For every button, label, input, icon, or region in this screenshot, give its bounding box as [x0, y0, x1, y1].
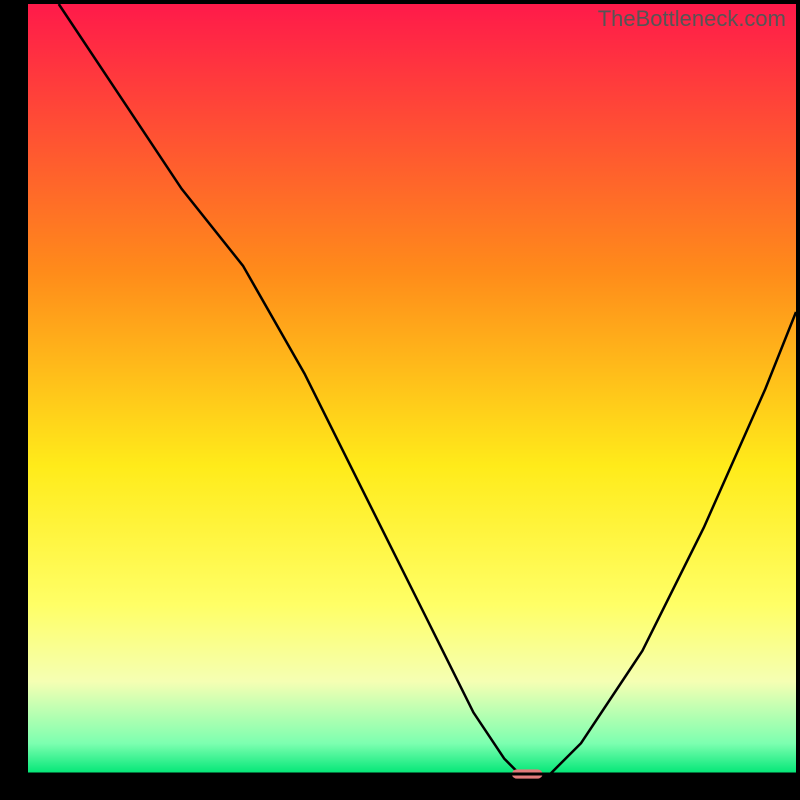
watermark-text: TheBottleneck.com	[598, 6, 786, 32]
plot-background	[28, 4, 796, 774]
chart-container: TheBottleneck.com	[0, 0, 800, 800]
bottleneck-chart	[0, 0, 800, 800]
